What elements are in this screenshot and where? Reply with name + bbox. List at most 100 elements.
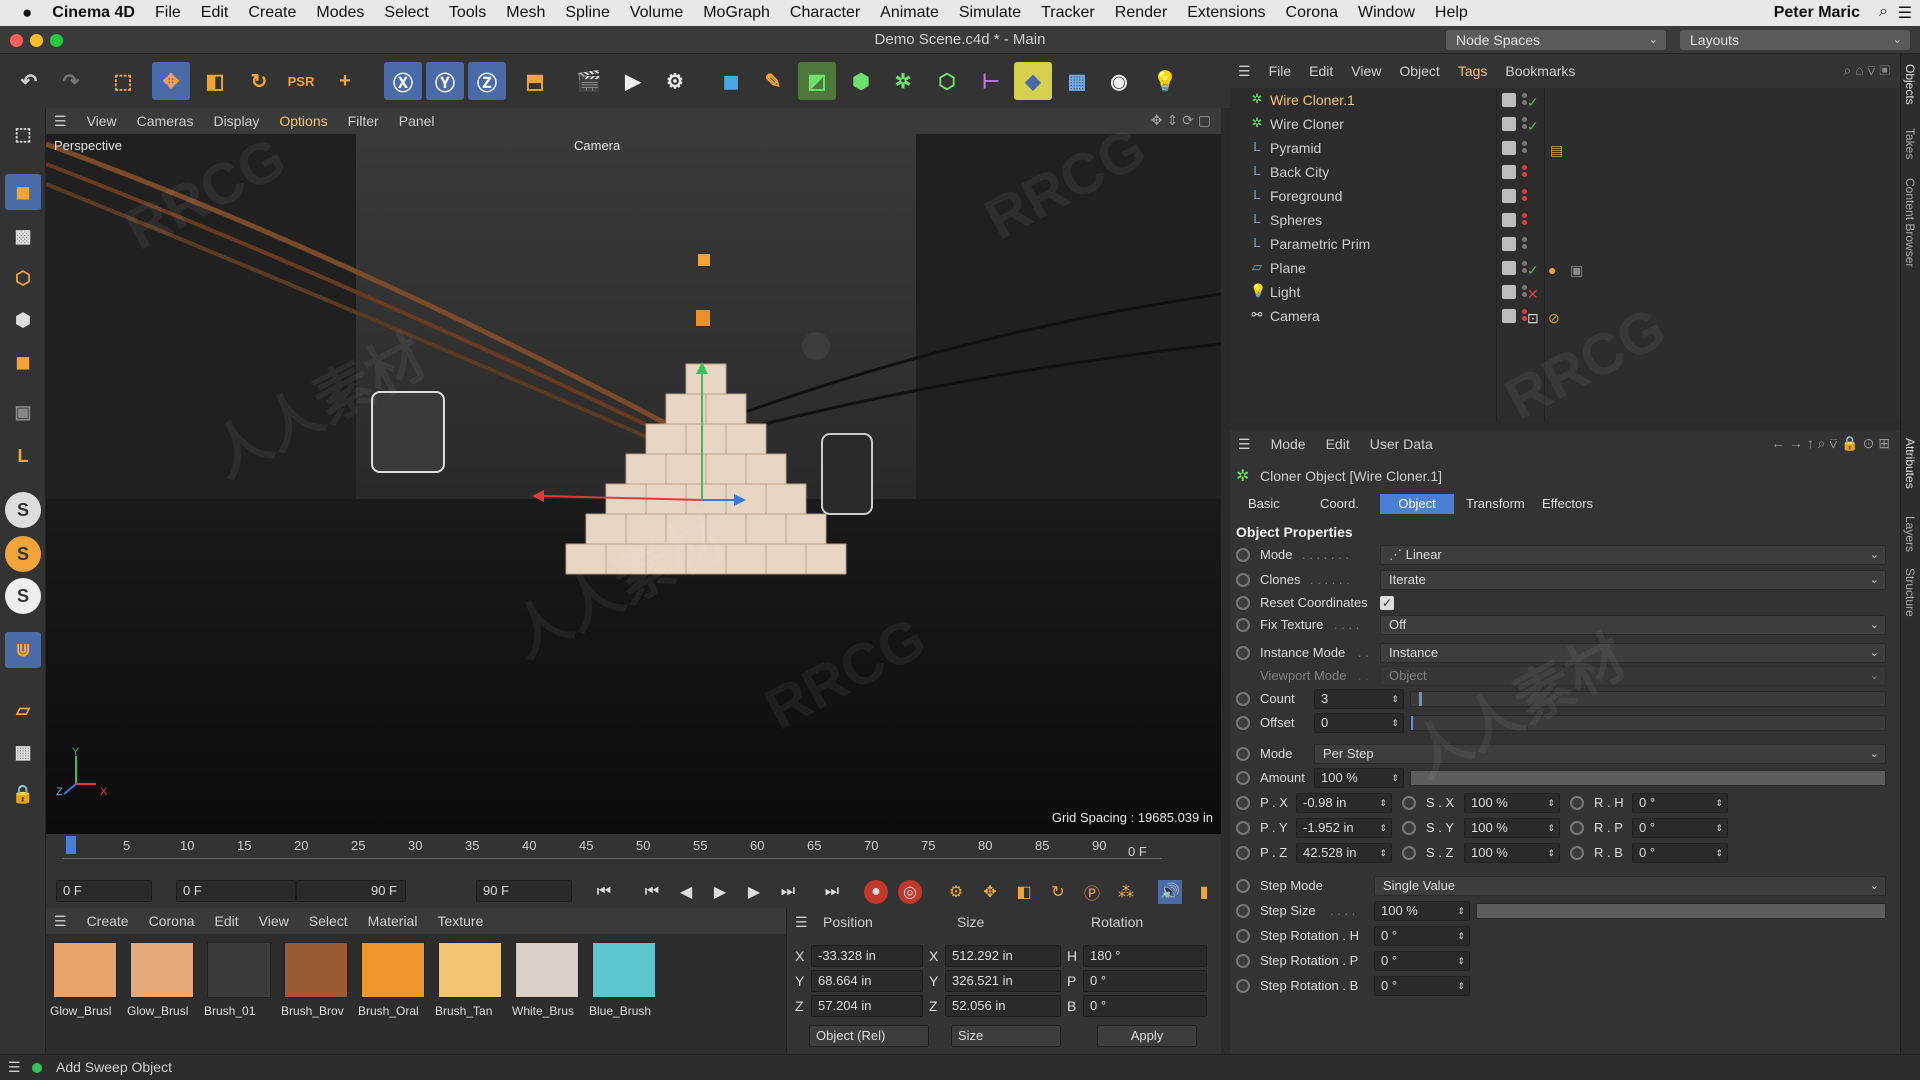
material-item[interactable]: White_Brus [512, 942, 582, 1030]
anim-radio[interactable] [1236, 904, 1250, 918]
anim-radio[interactable] [1236, 646, 1250, 660]
axis-mode-icon[interactable]: L [5, 438, 41, 474]
count-slider[interactable] [1410, 691, 1886, 707]
size-y-field[interactable]: 326.521 in [945, 970, 1061, 992]
stepper-icon[interactable]: ⇕ [1379, 844, 1387, 862]
px-field[interactable]: -0.98 in ⇕ [1296, 793, 1392, 813]
key-rotation-icon[interactable]: ↻ [1046, 880, 1070, 904]
step-rotation-h-field[interactable]: 0 ° ⇕ [1374, 926, 1470, 946]
go-to-start-icon[interactable]: ⏮ [592, 880, 616, 904]
grid-icon[interactable]: ▦ [5, 734, 41, 770]
viewport[interactable]: Perspective Camera Y Z X Grid Spacing : … [46, 134, 1221, 834]
mode-dropdown[interactable]: ⋰ Linear ⌄ [1380, 545, 1886, 565]
search-icon[interactable]: ⌕ [1879, 3, 1888, 21]
polygons-mode-icon[interactable]: ◼ [5, 344, 41, 380]
check-icon[interactable]: ✓ [1527, 258, 1539, 282]
anim-radio[interactable] [1402, 796, 1416, 810]
anim-radio[interactable] [1236, 747, 1250, 761]
menu-tools[interactable]: Tools [439, 0, 496, 26]
timeline-ruler[interactable]: 0 5 10 15 20 25 30 35 40 45 50 55 60 65 … [46, 834, 1221, 874]
anim-radio[interactable] [1236, 692, 1250, 706]
rot-p-field[interactable]: 0 ° [1083, 970, 1207, 992]
sx-field[interactable]: 100 % ⇕ [1464, 793, 1560, 813]
rp-field[interactable]: 0 ° ⇕ [1632, 818, 1728, 838]
object-toolbar-icons[interactable]: ⌕ ⌂ ⊽ ▣ [1843, 62, 1890, 79]
step-rotation-b-field[interactable]: 0 ° ⇕ [1374, 976, 1470, 996]
editor-render-dots[interactable] [1522, 187, 1530, 205]
visibility-toggle[interactable] [1502, 141, 1516, 155]
pen-icon[interactable]: ✎ [754, 62, 792, 100]
snap-white-s-icon[interactable]: S [5, 578, 41, 614]
side-tab-structure[interactable]: Structure [1903, 568, 1917, 617]
object-menu-tags[interactable]: Tags [1449, 54, 1497, 88]
size-mode-dropdown[interactable]: Size [951, 1025, 1061, 1047]
app-menu[interactable]: Cinema 4D [42, 0, 145, 26]
pos-x-field[interactable]: -33.328 in [811, 945, 923, 967]
side-tab-objects[interactable]: Objects [1903, 64, 1917, 105]
redo-icon[interactable]: ↷ [52, 62, 90, 100]
menu-spline[interactable]: Spline [555, 0, 619, 26]
x-axis-lock-icon[interactable]: Ⓧ [384, 62, 422, 100]
previous-frame-icon[interactable]: ◀ [674, 880, 698, 904]
anim-radio[interactable] [1236, 796, 1250, 810]
control-center-icon[interactable]: ☰ [1898, 3, 1912, 23]
protection-tag-icon[interactable]: ⊘ [1548, 306, 1560, 330]
side-tab-attributes[interactable]: Attributes [1903, 438, 1917, 489]
slider-handle[interactable] [1411, 716, 1413, 730]
stepper-icon[interactable]: ⇕ [1547, 844, 1555, 862]
stepper-icon[interactable]: ⇕ [1457, 902, 1465, 920]
object-row[interactable]: 💡 Light ✕ [1230, 280, 1900, 304]
material-menu-corona[interactable]: Corona [139, 908, 205, 934]
disabled-x-icon[interactable]: ✕ [1527, 282, 1539, 306]
key-scale-icon[interactable]: ◧ [1012, 880, 1036, 904]
hamburger-icon[interactable]: ☰ [1230, 430, 1261, 458]
object-menu-bookmarks[interactable]: Bookmarks [1496, 54, 1584, 88]
sy-field[interactable]: 100 % ⇕ [1464, 818, 1560, 838]
deformer-icon[interactable]: ⊢ [972, 62, 1010, 100]
stepper-icon[interactable]: ⇕ [1457, 952, 1465, 970]
material-menu-material[interactable]: Material [358, 908, 428, 934]
tab-effectors[interactable]: Effectors [1532, 494, 1603, 514]
key-position-icon[interactable]: ✥ [978, 880, 1002, 904]
light-bulb-icon[interactable]: 💡 [1146, 62, 1184, 100]
material-item[interactable]: Blue_Brush [589, 942, 659, 1030]
pos-y-field[interactable]: 68.664 in [811, 970, 923, 992]
camera-label[interactable]: Camera [574, 138, 620, 153]
record-icon[interactable]: ● [864, 880, 888, 904]
go-to-end-icon[interactable]: ⏭ [820, 880, 844, 904]
step-size-field[interactable]: 100 % ⇕ [1374, 901, 1470, 921]
apple-icon[interactable]: ● [0, 0, 42, 26]
subdivision-icon[interactable]: ◩ [798, 62, 836, 100]
snap-s-icon[interactable]: S [5, 492, 41, 528]
lock-workplane-icon[interactable]: 🔒 [5, 776, 41, 812]
visibility-toggle[interactable] [1502, 213, 1516, 227]
viewport-menu-view[interactable]: View [77, 108, 127, 134]
anim-radio[interactable] [1236, 821, 1250, 835]
scale-icon[interactable]: ◧ [196, 62, 234, 100]
object-row[interactable]: L Parametric Prim [1230, 232, 1900, 256]
object-menu-object[interactable]: Object [1390, 54, 1448, 88]
next-frame-icon[interactable]: ▶ [742, 880, 766, 904]
rot-h-field[interactable]: 180 ° [1083, 945, 1207, 967]
menu-help[interactable]: Help [1425, 0, 1478, 26]
undo-icon[interactable]: ↶ [10, 62, 48, 100]
object-row[interactable]: ✲ Wire Cloner.1 ✓ [1230, 88, 1900, 112]
editor-render-dots[interactable] [1522, 139, 1530, 157]
menu-corona[interactable]: Corona [1276, 0, 1348, 26]
keyframe-selection-icon[interactable]: ⚙ [944, 880, 968, 904]
material-menu-create[interactable]: Create [77, 908, 139, 934]
pos-z-field[interactable]: 57.204 in [811, 995, 923, 1017]
hamburger-icon[interactable]: ☰ [46, 908, 77, 934]
hamburger-icon[interactable]: ☰ [46, 108, 77, 134]
anim-radio[interactable] [1402, 846, 1416, 860]
clones-dropdown[interactable]: Iterate ⌄ [1380, 570, 1886, 590]
object-row[interactable]: L Spheres [1230, 208, 1900, 232]
menu-file[interactable]: File [145, 0, 191, 26]
anim-radio[interactable] [1236, 573, 1250, 587]
object-row[interactable]: L Back City [1230, 160, 1900, 184]
points-mode-icon[interactable]: ⬡ [5, 260, 41, 296]
tag-icon[interactable]: ▤ [1550, 138, 1563, 162]
uv-mode-icon[interactable]: ▣ [5, 394, 41, 430]
anim-radio[interactable] [1570, 821, 1584, 835]
anim-radio[interactable] [1236, 596, 1250, 610]
